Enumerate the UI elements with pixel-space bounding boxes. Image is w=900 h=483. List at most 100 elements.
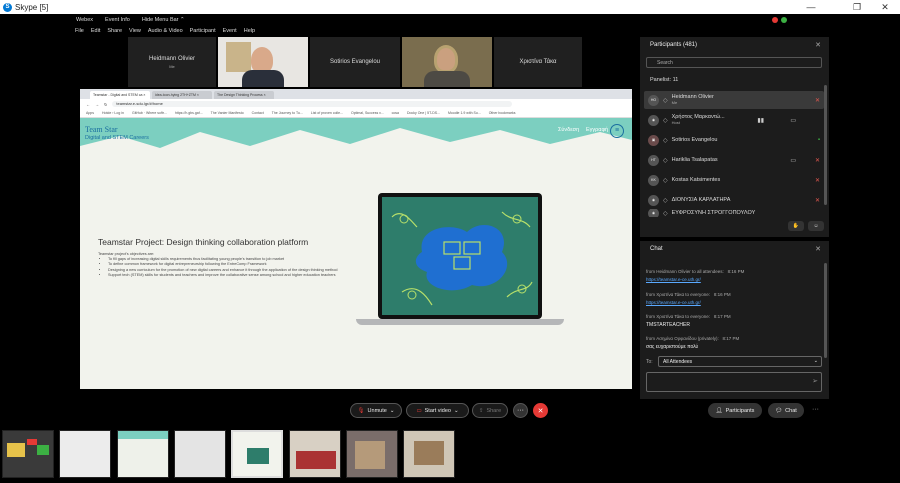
chat-message-input[interactable]: ➢: [646, 372, 822, 392]
menu-audio-video[interactable]: Audio & Video: [148, 28, 183, 34]
register-link[interactable]: Εγγραφή: [586, 127, 608, 133]
window-thumbnail[interactable]: [117, 430, 169, 478]
menu-share[interactable]: Share: [107, 28, 122, 34]
forward-icon[interactable]: →: [95, 102, 99, 107]
more-options-button[interactable]: ···: [513, 403, 528, 418]
video-tile-sotirios[interactable]: Sotirios Evangelou: [310, 37, 400, 87]
chat-title[interactable]: Chat: [650, 246, 663, 252]
bookmark[interactable]: Moodle 1.9 with Su...: [448, 111, 481, 115]
window-thumbnail[interactable]: [59, 430, 111, 478]
participants-search-input[interactable]: Search: [646, 57, 822, 68]
bookmark[interactable]: Contact: [252, 111, 264, 115]
recording-icon: [772, 17, 778, 23]
chat-toggle-button[interactable]: 💬︎ Chat: [768, 403, 804, 418]
chat-message-link[interactable]: https://teamstar.e-ce.uth.gr/: [646, 300, 701, 305]
close-icon[interactable]: ✕: [815, 245, 821, 253]
participants-title[interactable]: Participants (481): [650, 42, 697, 48]
reload-icon[interactable]: ↻: [104, 102, 107, 107]
bookmark[interactable]: List of proven colle...: [311, 111, 343, 115]
bookmark[interactable]: Apps: [86, 111, 94, 115]
close-window-button[interactable]: ✕: [872, 0, 898, 14]
window-thumbnail[interactable]: [403, 430, 455, 478]
bookmark[interactable]: Other bookmarks: [489, 111, 516, 115]
end-meeting-button[interactable]: ✕: [533, 403, 548, 418]
participant-name: Sotirios Evangelou: [671, 137, 718, 143]
participant-name: ΔΙΟΝΥΣΙΑ ΚΑΡΛΑΤΗΡΑ: [671, 197, 731, 203]
participant-row[interactable]: ◉ ◇ ΔΙΟΝΥΣΙΑ ΚΑΡΛΑΤΗΡΑ ✕: [644, 191, 824, 209]
back-icon[interactable]: ←: [86, 102, 90, 107]
mic-muted-icon[interactable]: ✕: [815, 157, 820, 164]
reactions-button[interactable]: ☺: [808, 221, 824, 231]
chat-message-link[interactable]: https://teamstar.e-ce.uth.gr/: [646, 277, 701, 282]
menu-file[interactable]: File: [75, 28, 84, 34]
avatar: HT: [648, 154, 659, 166]
send-icon[interactable]: ➢: [812, 377, 818, 385]
close-icon[interactable]: ✕: [815, 41, 821, 49]
event-info-button[interactable]: Event Info: [105, 17, 130, 23]
menu-participant[interactable]: Participant: [190, 28, 216, 34]
connection-icon: [781, 17, 787, 23]
menu-event[interactable]: Event: [223, 28, 237, 34]
mic-muted-icon[interactable]: ✕: [815, 197, 820, 204]
browser-tab[interactable]: Teamstar - Digital and STEM ca ×: [90, 91, 150, 99]
video-tile-christina[interactable]: Χριστίνα Τάκα: [494, 37, 582, 87]
mic-active-icon[interactable]: ▪: [818, 137, 820, 143]
video-tile-live-2[interactable]: [402, 37, 492, 87]
browser-tab[interactable]: idea-toon-hying 2TH+ZTM ×: [152, 91, 212, 99]
overflow-menu-button[interactable]: ···: [812, 406, 819, 413]
login-link[interactable]: Σύνδεση: [558, 127, 579, 133]
unmute-button[interactable]: 🎙︎ Unmute ⌄: [350, 403, 402, 418]
avatar: ◉: [648, 209, 659, 217]
bookmark[interactable]: cosa: [392, 111, 399, 115]
site-brand[interactable]: Team Star: [85, 125, 118, 134]
menu-edit[interactable]: Edit: [91, 28, 100, 34]
start-video-button[interactable]: ▭ Start video ⌄: [406, 403, 469, 418]
participant-row[interactable]: HT ◇ Hariklia Tsalapatas ▭ ✕: [644, 151, 824, 169]
window-thumbnail-active[interactable]: [231, 430, 283, 478]
hide-menu-bar-button[interactable]: Hide Menu Bar ⌃: [142, 17, 185, 23]
address-bar[interactable]: teamstar.e-sdu.lgr/#/home: [112, 101, 513, 107]
video-off-icon: ▭: [416, 407, 422, 414]
menu-view[interactable]: View: [129, 28, 141, 34]
chat-recipient-select[interactable]: All Attendees ⌄: [658, 356, 822, 367]
participant-row[interactable]: ◉ ◇ Χρήστος Μαρκαντώ... Host ▮▮ ▭: [644, 111, 824, 129]
bookmark[interactable]: Docky One | 5T-DS...: [407, 111, 440, 115]
participants-toggle-button[interactable]: 👤︎ Participants: [708, 403, 762, 418]
window-thumbnail[interactable]: [346, 430, 398, 478]
bookmark[interactable]: The Vanier Manifesto: [211, 111, 244, 115]
participant-row[interactable]: ◉ ◇ ΕΥΦΡΟΣΥΝΗ ΣΤΡΟΓΓΟΠΟΥΛΟΥ: [644, 209, 824, 217]
video-tile-heidmann[interactable]: Heidmann Olivier Me: [128, 37, 216, 87]
mic-muted-icon[interactable]: ✕: [815, 177, 820, 184]
window-thumbnail[interactable]: [174, 430, 226, 478]
panelist-section-header[interactable]: Panelist: 11: [650, 77, 678, 83]
menu-help[interactable]: Help: [244, 28, 255, 34]
chat-scrollbar[interactable]: [824, 263, 827, 358]
mic-muted-icon[interactable]: ✕: [815, 97, 820, 104]
avatar: ◉: [648, 194, 659, 206]
hamburger-menu-icon[interactable]: ≡: [610, 124, 624, 138]
share-button[interactable]: ⇪ Share: [472, 403, 508, 418]
window-thumbnail[interactable]: [2, 430, 54, 478]
laptop-illustration: [378, 193, 542, 319]
bookmark[interactable]: The Journey to Tu...: [272, 111, 303, 115]
chat-icon: 💬︎: [775, 407, 783, 414]
browser-tab[interactable]: The Design Thinking Process ×: [214, 91, 274, 99]
video-tile-live-1[interactable]: [218, 37, 308, 87]
bookmark[interactable]: GitHub · Where softr...: [132, 111, 167, 115]
bookmark[interactable]: Hotde › Log in: [102, 111, 124, 115]
participant-row[interactable]: ▣ ◇ Sotirios Evangelou ▪: [644, 131, 824, 149]
minimize-button[interactable]: —: [798, 0, 824, 14]
participants-scrollbar[interactable]: [824, 85, 827, 205]
bookmark[interactable]: Optimal, Success v...: [351, 111, 384, 115]
maximize-button[interactable]: ❐: [844, 0, 870, 14]
raise-hand-button[interactable]: ✋: [788, 221, 804, 231]
mic-muted-icon: 🎙︎: [357, 407, 365, 414]
participant-row[interactable]: KK ◇ Kostas Katsimentes ✕: [644, 171, 824, 189]
participant-row[interactable]: HO ◇ Heidmann Olivier Me ✕: [644, 91, 824, 109]
tile-role: Me: [169, 63, 175, 69]
bookmark[interactable]: https://h.gbs.gaf...: [175, 111, 203, 115]
presenter-icon: ◇: [663, 210, 668, 217]
webex-menu-bar: File Edit Share View Audio & Video Parti…: [72, 26, 829, 36]
window-thumbnail[interactable]: [289, 430, 341, 478]
chat-message-header: from Χριστίνα Τάκα to everyone: 8:17 PM: [646, 314, 731, 319]
